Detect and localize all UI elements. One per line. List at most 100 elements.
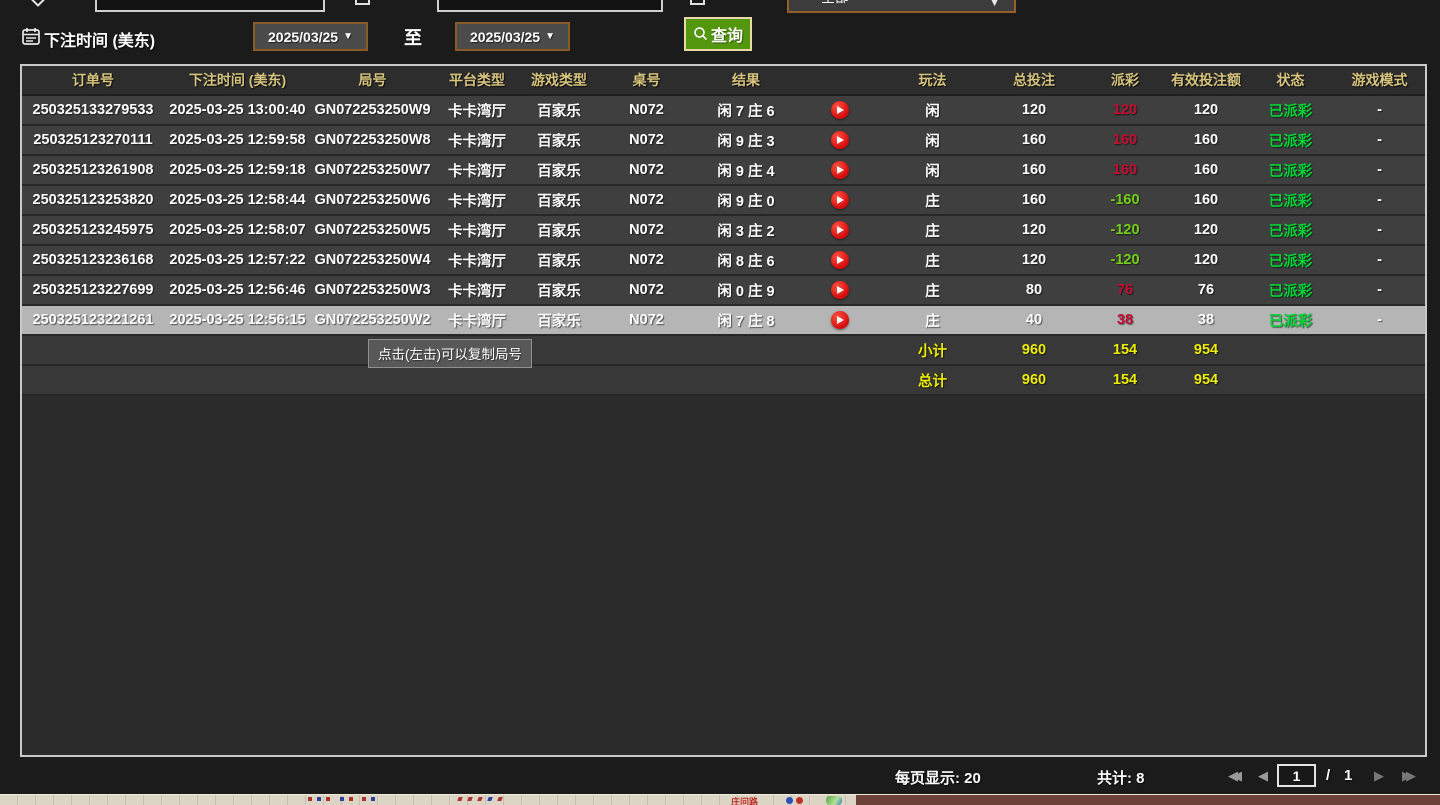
cell-mode: - [1377,252,1382,268]
cell-platform: 卡卡湾厅 [448,253,506,270]
background-game-icon [826,796,842,805]
total-pages-label: 1 [1344,767,1353,784]
table-row[interactable]: 250325123261908 2025-03-25 12:59:18 GN0722… [22,156,1425,186]
cell-time: 2025-03-25 12:58:07 [169,222,306,238]
table-row[interactable]: 250325123245975 2025-03-25 12:58:07 GN0722… [22,216,1425,246]
cell-play: 庄 [925,193,940,210]
table-row[interactable]: 250325123270111 2025-03-25 12:59:58 GN0722… [22,126,1425,156]
table-row[interactable]: 250325133279533 2025-03-25 13:00:40 GN0722… [22,96,1425,126]
replay-cell [797,131,882,149]
cell-round[interactable]: GN072253250W3 [311,282,434,298]
first-page-button[interactable]: ◀◀ [1228,768,1242,784]
prev-page-button[interactable]: ◀ [1258,768,1268,784]
cell-status: 已派彩 [1268,193,1313,210]
date-from-select[interactable]: 2025/03/25 ▼ [253,22,368,51]
cell-result: 闲 9 庄 3 [717,133,775,150]
date-to-select[interactable]: 2025/03/25 ▼ [455,22,570,51]
cell-table_no: N072 [629,312,664,328]
cell-round[interactable]: GN072253250W9 [311,102,434,118]
bet-time-label: 下注时间 (美东) [44,33,156,50]
cell-order: 250325123270111 [33,132,153,148]
replay-button[interactable] [830,281,849,299]
cell-game: 百家乐 [537,223,581,240]
cell-time: 2025-03-25 12:58:44 [169,192,306,208]
cell-play: 庄 [925,313,940,330]
grand-total-row-label: 总计 [918,373,947,390]
cell-platform: 卡卡湾厅 [448,193,506,210]
replay-button[interactable] [830,191,849,209]
replay-button[interactable] [830,101,849,119]
cell-round[interactable]: GN072253250W7 [311,162,434,178]
table-row[interactable]: 250325123236168 2025-03-25 12:57:22 GN0722… [22,246,1425,276]
replay-cell [797,101,882,119]
table-row[interactable]: 250325123253820 2025-03-25 12:58:44 GN0722… [22,186,1425,216]
cell-total: 120 [1021,102,1047,118]
header-cell-8: 玩法 [918,72,947,88]
query-button[interactable]: 查询 [684,17,752,51]
cell-game: 百家乐 [537,133,581,150]
play-icon [837,196,844,204]
cell-platform: 卡卡湾厅 [448,103,506,120]
cell-mode: - [1377,192,1382,208]
replay-button[interactable] [830,251,849,269]
cell-platform: 卡卡湾厅 [448,283,506,300]
query-button-label: 查询 [710,28,743,45]
replay-button[interactable] [830,221,849,239]
cell-status: 已派彩 [1268,253,1313,270]
cell-payout: -160 [1110,192,1140,208]
cell-status: 已派彩 [1268,133,1313,150]
cell-time: 2025-03-25 12:57:22 [169,252,306,268]
cell-valid: 38 [1197,312,1215,328]
chevron-down-icon: ▼ [989,0,1000,9]
status-dropdown[interactable]: 全部 ▼ [787,0,1016,13]
page-input[interactable] [1277,764,1316,787]
grand-total-row-payout: 154 [1112,372,1138,388]
cell-valid: 160 [1193,132,1219,148]
cell-total: 160 [1021,132,1047,148]
order-no-input[interactable] [437,0,663,12]
pagination-bar: 每页显示: 20 共计: 8 ◀◀ ◀ / 1 ▶ ▶▶ [0,757,1440,794]
replay-button[interactable] [830,311,849,329]
cell-table_no: N072 [629,162,664,178]
play-icon [837,286,844,294]
grand-total-row-total: 960 [1021,372,1047,388]
grand-total-row: 总计 960 154 954 [22,366,1425,396]
cell-round[interactable]: GN072253250W4 [311,252,434,268]
cell-table_no: N072 [629,252,664,268]
replay-cell [797,221,882,239]
search-icon [694,27,708,41]
cell-mode: - [1377,312,1382,328]
per-page-label: 每页显示: 20 [895,770,981,787]
subtotal-row: 小计 960 154 954 [22,336,1425,366]
cell-payout: 76 [1116,282,1134,298]
cell-payout: 38 [1116,312,1134,328]
cell-mode: - [1377,162,1382,178]
cell-platform: 卡卡湾厅 [448,163,506,180]
user-id-input[interactable] [95,0,325,12]
cell-table_no: N072 [629,222,664,238]
cell-payout: 160 [1112,162,1138,178]
cell-valid: 120 [1193,222,1219,238]
subtotal-row-total: 960 [1021,342,1047,358]
cell-result: 闲 0 庄 9 [717,283,775,300]
cell-total: 80 [1025,282,1043,298]
table-row[interactable]: 250325123221261 2025-03-25 12:56:15 GN0722… [22,306,1425,336]
next-page-button[interactable]: ▶ [1374,768,1384,784]
cell-time: 2025-03-25 12:59:18 [169,162,306,178]
cell-round[interactable]: GN072253250W8 [311,132,434,148]
cell-status: 已派彩 [1268,163,1313,180]
cell-round[interactable]: GN072253250W2 [311,312,434,328]
cell-round[interactable]: GN072253250W5 [311,222,434,238]
chevron-down-icon: ▼ [545,31,555,42]
cell-round[interactable]: GN072253250W6 [311,192,434,208]
cell-order: 250325123261908 [32,162,154,178]
cell-play: 庄 [925,253,940,270]
last-page-button[interactable]: ▶▶ [1402,768,1416,784]
table-row[interactable]: 250325123227699 2025-03-25 12:56:46 GN0722… [22,276,1425,306]
header-cell-4: 游戏类型 [531,72,587,88]
field-icon [355,0,370,5]
cell-status: 已派彩 [1268,103,1313,120]
replay-button[interactable] [830,131,849,149]
replay-button[interactable] [830,161,849,179]
cell-total: 40 [1025,312,1043,328]
